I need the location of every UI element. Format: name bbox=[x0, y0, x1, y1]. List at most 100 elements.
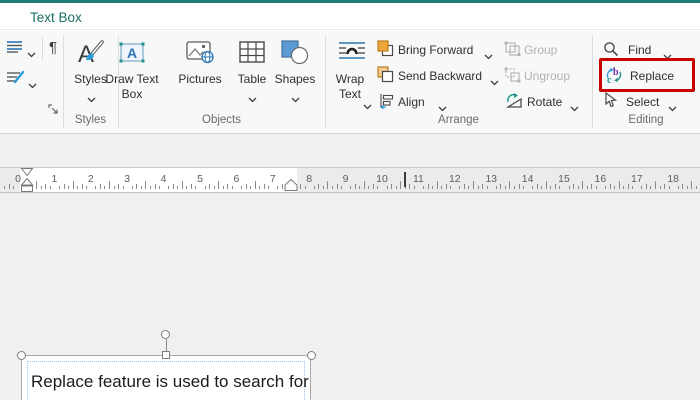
ruler-number: 11 bbox=[412, 173, 424, 185]
ruler-tick bbox=[254, 181, 256, 189]
ruler-tick bbox=[450, 186, 452, 189]
ruler-tick bbox=[131, 186, 133, 189]
rotate-button[interactable]: Rotate bbox=[527, 95, 562, 109]
ruler-tick bbox=[677, 186, 679, 189]
replace-button[interactable]: Replace bbox=[630, 69, 674, 83]
ruler-tick bbox=[664, 184, 666, 189]
text-highlight-icon[interactable] bbox=[6, 70, 25, 90]
text-box-content[interactable]: Replace feature is used to search for te… bbox=[31, 369, 309, 400]
ruler-tick bbox=[186, 186, 188, 189]
select-button[interactable]: Select bbox=[626, 95, 659, 109]
ruler-tick bbox=[682, 184, 684, 189]
ruler-tick bbox=[136, 184, 138, 189]
ruler-tick bbox=[213, 186, 215, 189]
ruler-tick bbox=[49, 186, 51, 189]
chevron-down-icon[interactable] bbox=[663, 47, 672, 65]
ruler-number: 18 bbox=[667, 173, 680, 185]
ruler-tick bbox=[245, 184, 247, 189]
ungroup-button-disabled[interactable]: Ungroup bbox=[524, 69, 570, 83]
indent-markers-icon[interactable] bbox=[20, 168, 34, 198]
chevron-down-icon[interactable] bbox=[27, 45, 36, 63]
ruler-tick bbox=[586, 186, 588, 189]
ribbon: ¶ A Styles Styles A Draw Text Box Pictur… bbox=[0, 31, 700, 134]
ruler-tick bbox=[300, 184, 302, 189]
ruler-tick bbox=[536, 184, 538, 189]
ruler-tick bbox=[359, 186, 361, 189]
table-button[interactable]: Table bbox=[232, 72, 272, 87]
ruler-tick bbox=[240, 186, 242, 189]
ruler-tick bbox=[350, 186, 352, 189]
ruler-tick bbox=[372, 184, 374, 189]
ruler-tick bbox=[473, 181, 474, 189]
ruler-tick bbox=[409, 184, 411, 189]
titlebar: Text Box bbox=[0, 3, 700, 30]
app-window: Text Box ¶ A Styles Styles A Draw Text B… bbox=[0, 0, 700, 400]
ruler-tick bbox=[541, 186, 543, 189]
ruler-number: 16 bbox=[594, 173, 607, 185]
ruler-tick bbox=[118, 184, 120, 189]
ruler-number: 2 bbox=[87, 173, 94, 185]
align-button[interactable]: Align bbox=[398, 95, 425, 109]
ruler-tick bbox=[422, 186, 424, 189]
draw-text-box-button[interactable]: Draw Text Box bbox=[104, 72, 160, 101]
select-icon bbox=[604, 91, 618, 113]
horizontal-ruler[interactable]: 0 1 2 3 4 5 6 7 8 9 10 11 12 13 14 15 16 17 18 bbox=[0, 167, 700, 193]
ruler-tick bbox=[231, 186, 233, 189]
mini-separator bbox=[42, 38, 43, 60]
ruler-tab-stop-marker[interactable] bbox=[404, 172, 406, 187]
ruler-tick bbox=[436, 181, 438, 189]
styles-icon: A bbox=[77, 39, 105, 72]
chevron-down-icon[interactable] bbox=[248, 90, 257, 108]
ruler-tick bbox=[181, 181, 183, 189]
ruler-tick bbox=[368, 186, 370, 189]
chevron-down-icon[interactable] bbox=[291, 90, 300, 108]
ruler-tick bbox=[327, 181, 329, 189]
objects-group-label: Objects bbox=[202, 114, 241, 126]
resize-handle-top-right[interactable] bbox=[307, 351, 316, 360]
group-button-disabled[interactable]: Group bbox=[524, 43, 557, 57]
chevron-down-icon[interactable] bbox=[490, 73, 499, 91]
ruler-tick bbox=[659, 186, 661, 189]
bring-forward-button[interactable]: Bring Forward bbox=[398, 43, 473, 57]
wrap-text-icon bbox=[338, 40, 366, 69]
ruler-number: 8 bbox=[306, 173, 313, 185]
ruler-tick bbox=[391, 184, 393, 189]
ruler-tick bbox=[650, 186, 652, 189]
dialog-launcher-icon[interactable] bbox=[48, 102, 59, 120]
ruler-number: 9 bbox=[342, 173, 349, 185]
pictures-button[interactable]: Pictures bbox=[168, 72, 232, 87]
ruler-tick bbox=[177, 186, 179, 189]
shapes-button[interactable]: Shapes bbox=[272, 72, 318, 87]
line-spacing-icon[interactable] bbox=[6, 40, 23, 58]
align-icon bbox=[379, 93, 395, 114]
ruler-tick bbox=[568, 186, 570, 189]
contextual-tab-text-box[interactable]: Text Box bbox=[30, 10, 82, 25]
find-icon bbox=[603, 41, 619, 62]
ruler-tick bbox=[591, 184, 593, 189]
chevron-down-icon[interactable] bbox=[363, 97, 372, 115]
ruler-tick bbox=[268, 186, 270, 189]
draw-text-box-icon: A bbox=[117, 40, 147, 70]
chevron-down-icon[interactable] bbox=[87, 90, 96, 108]
ruler-tick bbox=[154, 184, 156, 189]
resize-handle-top-left[interactable] bbox=[17, 351, 26, 360]
right-indent-marker-icon[interactable] bbox=[284, 178, 298, 197]
ruler-tick bbox=[500, 184, 502, 189]
pilcrow-icon[interactable]: ¶ bbox=[49, 39, 57, 56]
ruler-tick bbox=[441, 186, 443, 189]
find-button[interactable]: Find bbox=[628, 43, 651, 57]
chevron-down-icon[interactable] bbox=[28, 76, 37, 94]
send-backward-button[interactable]: Send Backward bbox=[398, 69, 482, 83]
ruler-tick bbox=[609, 184, 611, 189]
ruler-tick bbox=[109, 181, 110, 189]
ruler-tick bbox=[204, 186, 206, 189]
ruler-tick bbox=[645, 184, 647, 189]
resize-handle-top-center[interactable] bbox=[162, 351, 170, 359]
ruler-tick bbox=[281, 184, 283, 189]
chevron-down-icon[interactable] bbox=[484, 47, 493, 65]
send-backward-icon bbox=[377, 66, 394, 88]
ruler-tick bbox=[618, 181, 620, 189]
ruler-number: 14 bbox=[521, 173, 534, 185]
ruler-tick bbox=[695, 186, 697, 189]
rotation-handle[interactable] bbox=[161, 330, 170, 339]
